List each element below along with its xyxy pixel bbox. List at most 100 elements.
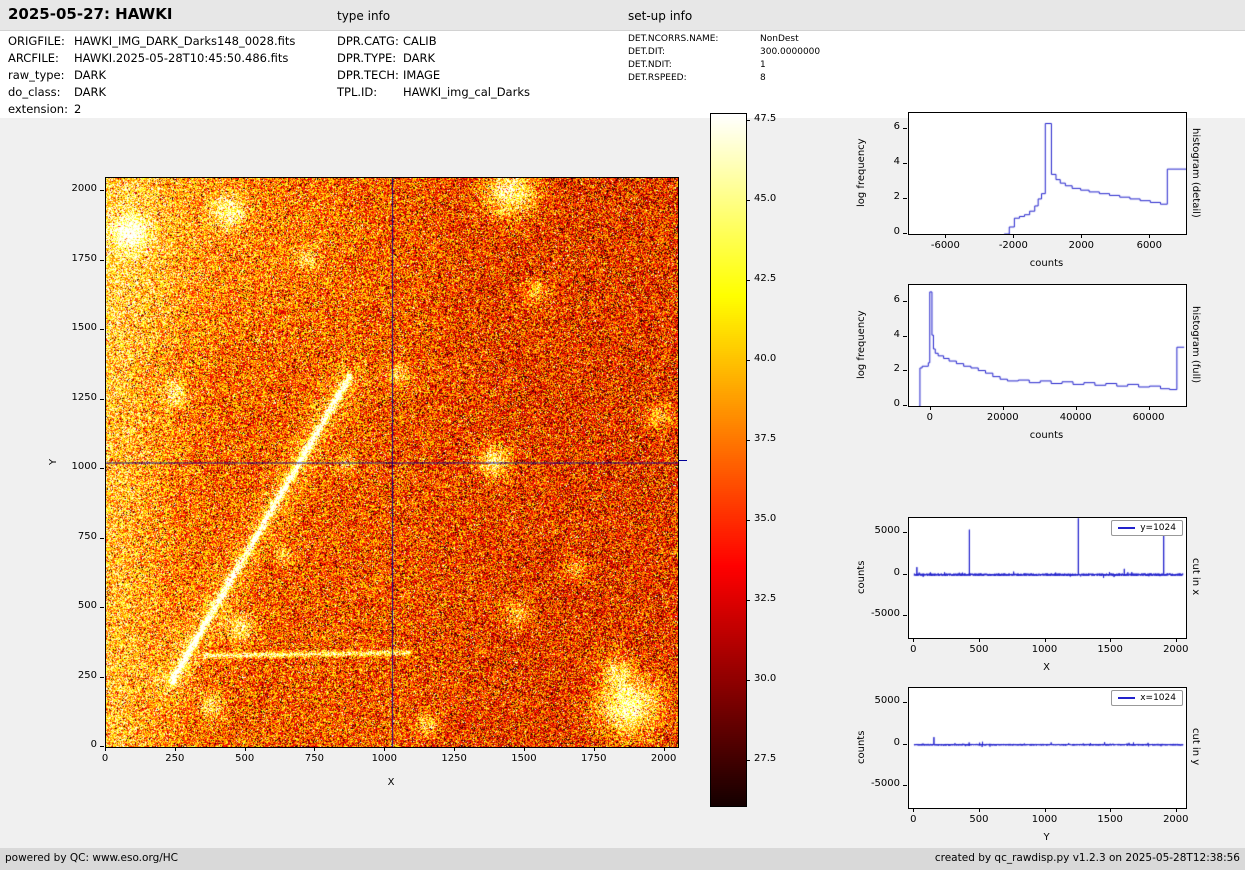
tick-mark <box>1075 406 1077 410</box>
tick-mark <box>100 607 104 609</box>
tick-mark <box>746 120 750 122</box>
meta-value: 1 <box>760 60 766 70</box>
tick-label: 500 <box>969 644 989 655</box>
tick-label: 1750 <box>581 753 607 764</box>
tick-label: 1500 <box>71 322 97 334</box>
tick-mark <box>100 537 104 539</box>
tick-mark <box>746 280 750 282</box>
tick-mark <box>903 233 907 234</box>
colorbar <box>710 113 747 807</box>
tick-label: 1750 <box>71 252 97 264</box>
meta-value: HAWKI_IMG_DARK_Darks148_0028.fits <box>74 34 296 48</box>
legend-label: x=1024 <box>1140 693 1176 703</box>
legend-label: y=1024 <box>1140 523 1176 533</box>
tick-mark <box>746 200 750 202</box>
tick-mark <box>903 162 907 164</box>
footer-bar: powered by QC: www.eso.org/HC created by… <box>0 848 1245 870</box>
page-title: 2025-05-27: HAWKI <box>8 5 173 23</box>
tick-label: 500 <box>969 814 989 825</box>
cut-in-x-x-label: X <box>1043 662 1050 673</box>
tick-mark <box>903 197 907 199</box>
meta-label: do_class: <box>8 85 61 99</box>
tick-mark <box>903 370 907 372</box>
meta-value: NonDest <box>760 34 799 44</box>
tick-label: 2000 <box>71 183 97 195</box>
meta-value: IMAGE <box>403 68 441 82</box>
legend-cut-y: x=1024 <box>1111 690 1183 706</box>
tick-mark <box>174 747 176 751</box>
tick-label: -5000 <box>870 608 900 620</box>
tick-mark <box>1110 808 1112 812</box>
colorbar-frame-canvas <box>711 114 746 806</box>
tick-mark <box>663 747 665 751</box>
meta-value: 300.0000000 <box>760 47 821 57</box>
meta-value: HAWKI_img_cal_Darks <box>403 85 530 99</box>
tick-label: 1250 <box>441 753 467 764</box>
meta-value: DARK <box>74 68 107 82</box>
tick-mark <box>903 785 907 787</box>
tick-mark <box>746 440 750 442</box>
tick-mark <box>746 760 750 762</box>
tick-label: 0 <box>893 226 900 237</box>
tick-label: -2000 <box>998 240 1028 251</box>
chart-1-canvas <box>909 285 1186 406</box>
tick-label: 750 <box>77 530 97 542</box>
cut-in-y-x-label: Y <box>1043 832 1050 843</box>
tick-mark <box>100 746 104 747</box>
tick-mark <box>1148 406 1150 410</box>
tick-label: 5000 <box>874 525 900 536</box>
tick-mark <box>903 702 907 703</box>
histogram-detail-chart <box>908 112 1187 235</box>
cut-in-x-title: cut in x <box>1190 558 1201 596</box>
tick-label: 0 <box>926 412 934 423</box>
tick-mark <box>903 301 907 303</box>
tick-label: 6 <box>893 294 900 306</box>
setup-info-label: set-up info <box>628 9 693 23</box>
tick-label: 6 <box>893 120 900 132</box>
legend-line-swatch <box>1118 527 1136 529</box>
tick-label: 27.5 <box>754 753 777 765</box>
tick-label: 500 <box>235 753 255 764</box>
tick-label: 60000 <box>1132 412 1165 423</box>
tick-label: 40000 <box>1059 412 1092 423</box>
tick-mark <box>903 573 907 575</box>
tick-mark <box>523 747 525 751</box>
footer-left-text: powered by QC: www.eso.org/HC <box>5 852 179 864</box>
tick-label: 2 <box>893 190 900 202</box>
tick-label: 2000 <box>1163 814 1189 825</box>
meta-label: raw_type: <box>8 68 65 82</box>
tick-label: 0 <box>910 814 917 825</box>
tick-label: 45.0 <box>754 193 777 205</box>
tick-label: 2 <box>893 363 900 375</box>
tick-mark <box>105 747 106 751</box>
tick-mark <box>903 743 907 745</box>
tick-label: 500 <box>77 600 97 612</box>
tick-label: 4 <box>893 328 900 340</box>
tick-label: 250 <box>77 669 97 681</box>
histogram-full-title: histogram (full) <box>1190 306 1201 384</box>
tick-label: 6000 <box>1136 240 1163 251</box>
crosshair-extension <box>678 460 687 461</box>
cut-in-y-title: cut in y <box>1190 728 1201 766</box>
tick-mark <box>746 520 750 522</box>
tick-mark <box>978 638 980 642</box>
tick-mark <box>746 600 750 602</box>
meta-label: TPL.ID: <box>337 85 378 99</box>
tick-mark <box>903 615 907 617</box>
tick-mark <box>1149 234 1151 238</box>
legend-cut-x: y=1024 <box>1111 520 1183 536</box>
tick-mark <box>1175 808 1177 812</box>
tick-mark <box>978 808 980 812</box>
histogram-detail-x-label: counts <box>1029 258 1064 269</box>
tick-mark <box>384 747 386 751</box>
header-bar: 2025-05-27: HAWKI type info set-up info <box>0 0 1245 31</box>
tick-label: 2000 <box>1068 240 1095 251</box>
main-image-frame-canvas <box>106 178 678 747</box>
tick-mark <box>1044 638 1046 642</box>
meta-value: HAWKI.2025-05-28T10:45:50.486.fits <box>74 51 289 65</box>
meta-label: DET.DIT: <box>628 47 666 57</box>
tick-mark <box>593 747 595 751</box>
meta-label: DET.NDIT: <box>628 60 672 70</box>
tick-mark <box>1110 638 1112 642</box>
tick-label: 1500 <box>1097 644 1123 655</box>
